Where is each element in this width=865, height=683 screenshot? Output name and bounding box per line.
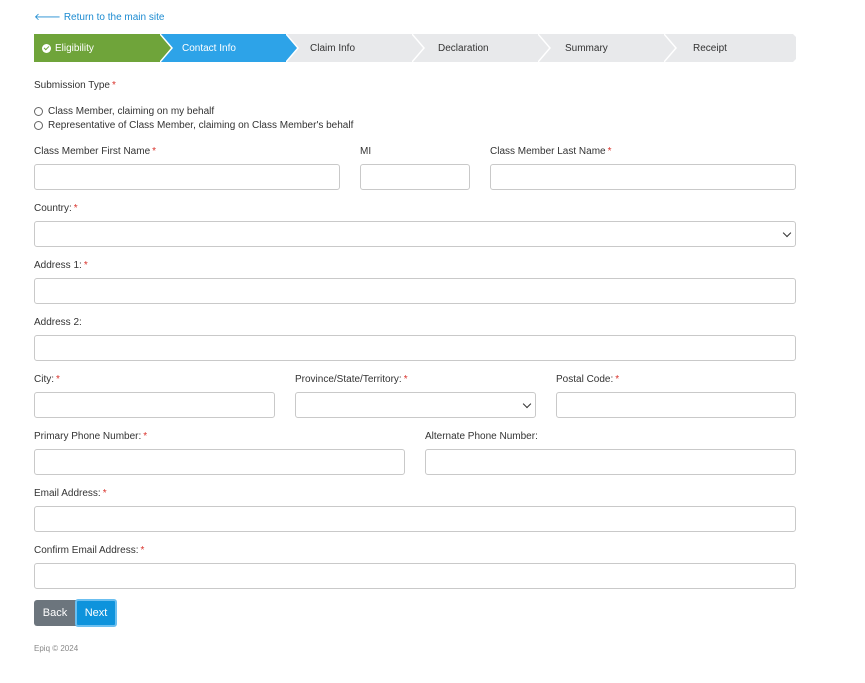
- province-select[interactable]: [295, 392, 536, 418]
- check-circle-icon: [42, 43, 51, 53]
- step-declaration[interactable]: Declaration: [412, 34, 550, 62]
- mi-field[interactable]: [360, 164, 470, 190]
- city-label: City: *: [34, 374, 60, 385]
- radio-option-self[interactable]: Class Member, claiming on my behalf: [34, 106, 214, 117]
- next-button[interactable]: Next: [75, 599, 117, 627]
- address1-label: Address 1: *: [34, 260, 88, 271]
- primary-phone-label: Primary Phone Number: *: [34, 431, 148, 442]
- postal-code-label: Postal Code: *: [556, 374, 620, 385]
- confirm-email-label: Confirm Email Address: *: [34, 545, 145, 556]
- first-name-field[interactable]: [34, 164, 340, 190]
- country-label: Country: *: [34, 203, 78, 214]
- address1-field[interactable]: [34, 278, 796, 304]
- primary-phone-field[interactable]: [34, 449, 405, 475]
- step-shape: [664, 34, 796, 62]
- radio-option-representative[interactable]: Representative of Class Member, claiming…: [34, 120, 353, 131]
- alternate-phone-field[interactable]: [425, 449, 796, 475]
- step-contact-info[interactable]: Contact Info: [160, 34, 298, 62]
- last-name-label: Class Member Last Name *: [490, 146, 612, 157]
- email-field[interactable]: [34, 506, 796, 532]
- radio-button[interactable]: [34, 121, 43, 130]
- first-name-label: Class Member First Name *: [34, 146, 157, 157]
- submission-type-label: Submission Type *: [34, 80, 116, 91]
- country-select[interactable]: [34, 221, 796, 247]
- postal-code-field[interactable]: [556, 392, 796, 418]
- address2-field[interactable]: [34, 335, 796, 361]
- return-to-main-site-link[interactable]: 🡐 Return to the main site: [34, 11, 164, 23]
- arrow-left-icon: 🡐: [34, 12, 61, 23]
- step-eligibility[interactable]: Eligibility: [34, 34, 172, 62]
- confirm-email-field[interactable]: [34, 563, 796, 589]
- chevron-down-icon: [782, 228, 792, 238]
- step-receipt[interactable]: Receipt: [664, 34, 796, 62]
- chevron-down-icon: [522, 399, 532, 409]
- back-button[interactable]: Back: [34, 600, 76, 626]
- radio-button[interactable]: [34, 107, 43, 116]
- province-label: Province/State/Territory: *: [295, 374, 408, 385]
- last-name-field[interactable]: [490, 164, 796, 190]
- progress-steps: Eligibility Contact Info Claim Info Decl…: [34, 34, 796, 62]
- alternate-phone-label: Alternate Phone Number:: [425, 431, 538, 442]
- city-field[interactable]: [34, 392, 275, 418]
- mi-label: MI: [360, 146, 372, 157]
- address2-label: Address 2:: [34, 317, 82, 328]
- step-summary[interactable]: Summary: [538, 34, 676, 62]
- step-claim-info[interactable]: Claim Info: [286, 34, 424, 62]
- footer-copyright: Epiq © 2024: [34, 644, 79, 653]
- email-label: Email Address: *: [34, 488, 107, 499]
